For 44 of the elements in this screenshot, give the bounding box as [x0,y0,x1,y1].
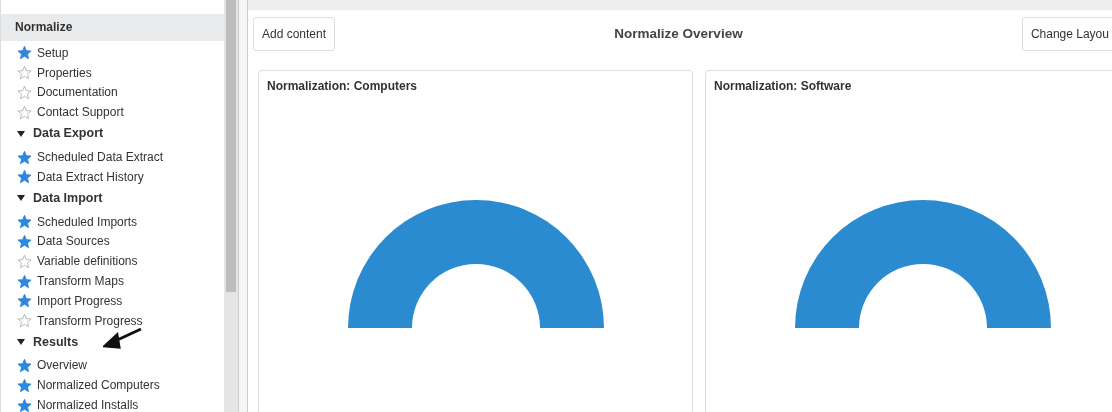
sidebar-title: Normalize [1,14,224,41]
splitter-handle[interactable] [238,0,248,412]
star-outline-icon[interactable] [17,253,32,269]
star-icon[interactable] [17,357,32,373]
nav-link[interactable]: Transform Progress [37,311,143,330]
nav-link[interactable]: Setup [37,43,69,62]
nav-link[interactable]: Overview [37,356,87,375]
section-heading[interactable]: Results [33,332,79,352]
section-heading[interactable]: Data Import [33,188,103,208]
star-icon[interactable] [17,45,32,61]
star-icon[interactable] [17,377,32,393]
nav-link[interactable]: Transform Maps [37,272,124,291]
page-title: Normalize Overview [614,24,743,43]
star-icon[interactable] [17,149,32,165]
nav-link[interactable]: Data Extract History [37,167,144,186]
collapse-caret-icon[interactable] [17,194,25,203]
nav-link[interactable]: Data Sources [37,232,110,251]
nav-link[interactable]: Normalized Computers [37,376,160,395]
collapse-caret-icon[interactable] [17,338,25,347]
nav-link[interactable]: Scheduled Data Extract [37,148,164,167]
star-icon[interactable] [17,293,32,309]
nav-link[interactable]: Documentation [37,83,118,102]
nav-link[interactable]: Properties [37,63,92,82]
nav-link[interactable]: Import Progress [37,291,123,310]
star-outline-icon[interactable] [17,313,32,329]
star-icon[interactable] [17,273,32,289]
star-icon[interactable] [17,397,32,412]
nav-link[interactable]: Contact Support [37,103,124,122]
widget-title: Normalization: Software [714,78,853,95]
star-outline-icon[interactable] [17,65,32,81]
scrollbar-thumb[interactable] [226,0,236,292]
add-content-button[interactable]: Add content [253,17,336,51]
nav-link[interactable]: Normalized Installs [37,396,139,412]
nav-link[interactable]: Scheduled Imports [37,212,138,231]
section-heading[interactable]: Data Export [33,124,104,144]
star-outline-icon[interactable] [17,104,32,120]
star-icon[interactable] [17,169,32,185]
star-icon[interactable] [17,214,32,230]
nav-link[interactable]: Variable definitions [37,252,138,271]
change-layout-button[interactable]: Change Layou [1021,17,1112,51]
collapse-caret-icon[interactable] [17,129,25,138]
widget-title: Normalization: Computers [267,78,418,95]
star-icon[interactable] [17,233,32,249]
star-outline-icon[interactable] [17,85,32,100]
